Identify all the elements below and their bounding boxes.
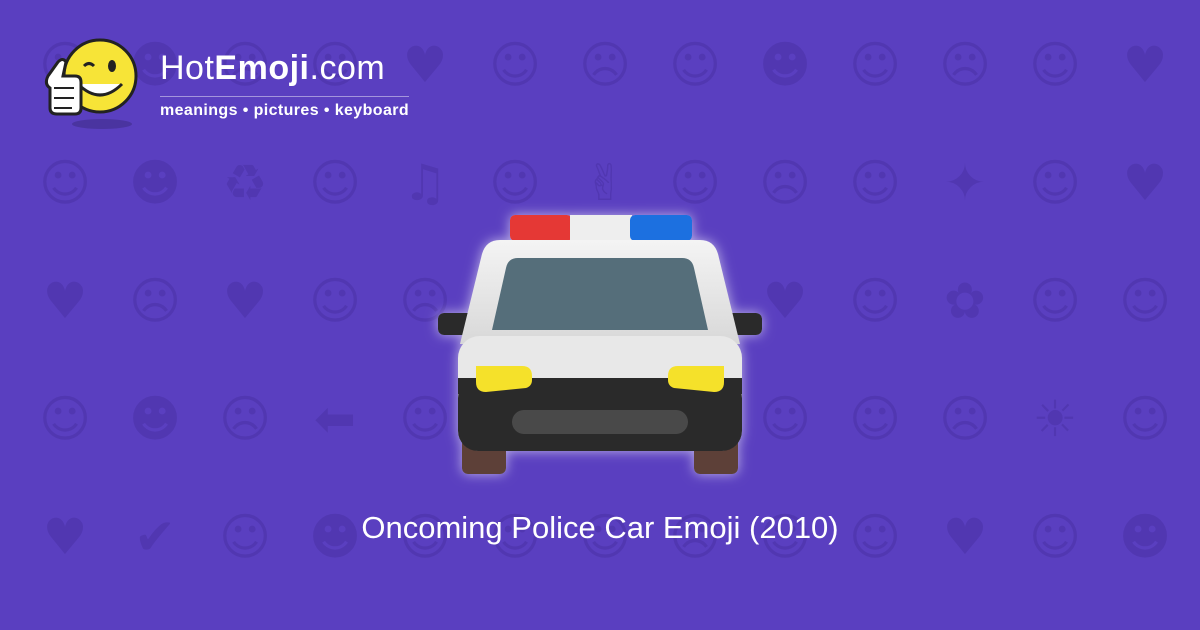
background-emoji-icon: ☺ <box>848 154 902 212</box>
background-emoji-icon: ☀ <box>1032 390 1078 448</box>
background-emoji-icon: ☺ <box>488 36 542 94</box>
brand-name: HotEmoji.com <box>160 48 386 87</box>
background-emoji-icon: ☹ <box>578 36 632 94</box>
background-emoji-icon: ☺ <box>668 36 722 94</box>
background-emoji-icon: ♻ <box>222 154 268 212</box>
background-emoji-icon: ♥ <box>42 272 88 330</box>
background-emoji-icon: ☺ <box>308 154 362 212</box>
background-emoji-icon: ☻ <box>128 390 182 448</box>
emoji-caption: Oncoming Police Car Emoji (2010) <box>361 510 839 545</box>
background-emoji-icon: ☺ <box>1028 154 1082 212</box>
background-emoji-icon: ♥ <box>1122 36 1168 94</box>
site-logo[interactable]: HotEmoji.com meanings • pictures • keybo… <box>40 36 410 131</box>
background-emoji-icon: ☺ <box>38 390 92 448</box>
background-emoji-icon: ⬅ <box>314 390 356 448</box>
background-emoji-icon: ☺ <box>848 36 902 94</box>
background-emoji-icon: ☹ <box>218 390 272 448</box>
background-emoji-icon: ☹ <box>938 36 992 94</box>
background-emoji-icon: ☺ <box>848 272 902 330</box>
background-emoji-icon: ☻ <box>128 154 182 212</box>
background-emoji-icon: ☻ <box>758 36 812 94</box>
background-emoji-icon: ☺ <box>1118 390 1172 448</box>
background-emoji-icon: ☹ <box>938 390 992 448</box>
background-emoji-icon: ☹ <box>128 272 182 330</box>
background-emoji-icon: ♥ <box>222 272 268 330</box>
background-emoji-icon: ☺ <box>308 272 362 330</box>
background-emoji-icon: ♥ <box>1122 154 1168 212</box>
winking-thumbs-up-face-icon <box>44 38 138 129</box>
background-emoji-icon: ✦ <box>944 154 986 212</box>
background-emoji-icon: ✿ <box>944 272 986 330</box>
background-emoji-icon: ☺ <box>1028 36 1082 94</box>
oncoming-police-car-icon <box>438 215 762 474</box>
background-emoji-icon: ☺ <box>1028 272 1082 330</box>
background-emoji-icon: ☺ <box>848 390 902 448</box>
background-emoji-icon: ☺ <box>38 154 92 212</box>
site-tagline: meanings • pictures • keyboard <box>160 95 410 120</box>
background-emoji-icon: ☺ <box>1118 272 1172 330</box>
